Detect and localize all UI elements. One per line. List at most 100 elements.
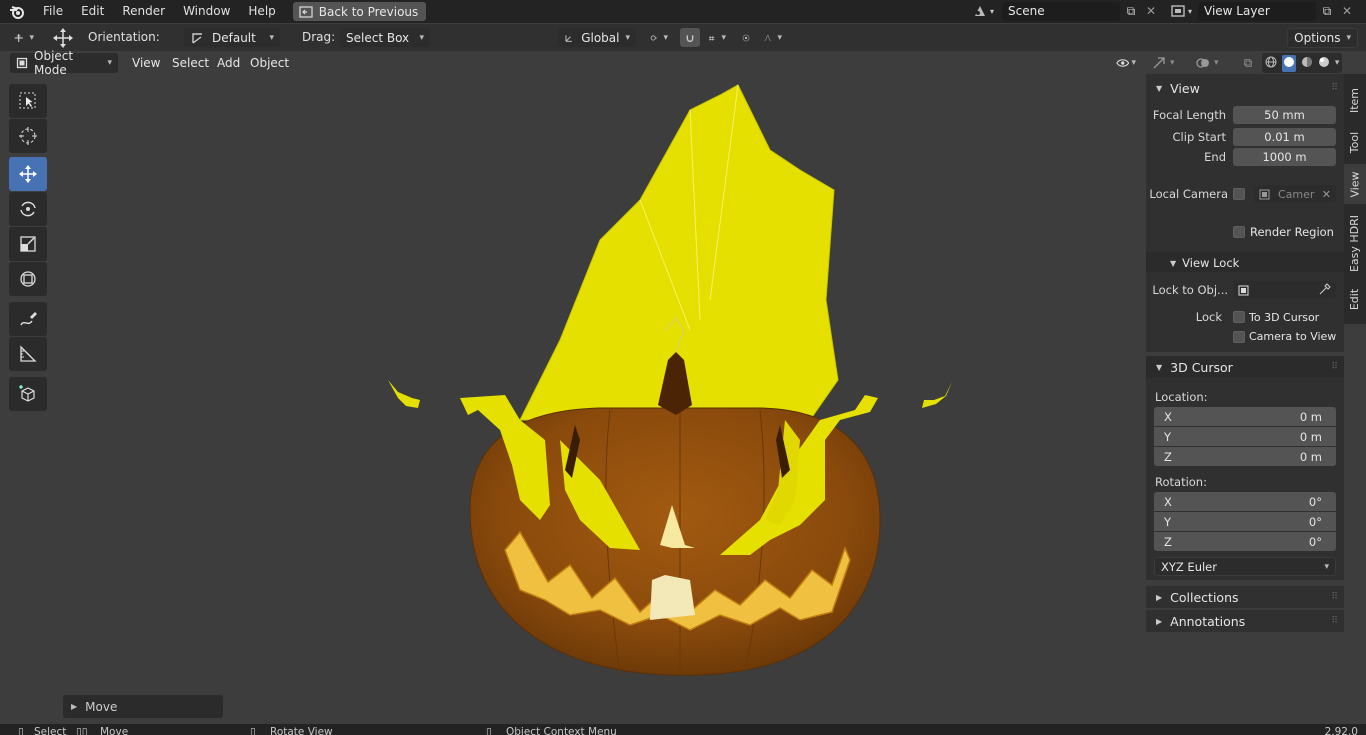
clip-start-field[interactable]: 0.01 m — [1233, 128, 1336, 146]
camera-object-icon — [1259, 189, 1270, 199]
location-label: Location: — [1155, 390, 1208, 404]
axis-label: Z — [1164, 534, 1172, 549]
tab-item[interactable]: Item — [1344, 80, 1366, 120]
back-to-previous-button[interactable]: Back to Previous — [292, 2, 427, 21]
overlays-dropdown[interactable]: ▾ — [1190, 53, 1226, 73]
snap-toggle[interactable] — [680, 28, 700, 47]
snap-target-dropdown[interactable]: ▾ — [702, 28, 732, 47]
view-layer-selector[interactable]: ▾ View Layer ⧉ ✕ — [1170, 1, 1356, 21]
focal-length-field[interactable]: 50 mm — [1233, 106, 1336, 124]
copy-view-layer-icon[interactable]: ⧉ — [1316, 4, 1338, 19]
local-camera-field[interactable]: Camer ✕ — [1254, 185, 1336, 203]
gizmo-dropdown[interactable]: ▾ — [1146, 53, 1182, 73]
tab-view[interactable]: View — [1344, 164, 1366, 204]
annotate-tool[interactable] — [9, 302, 47, 336]
collections-panel-header[interactable]: ▶ Collections ⠿ — [1146, 586, 1344, 608]
rotation-x-field[interactable]: X 0° — [1154, 492, 1336, 511]
drag-dropdown[interactable]: Select Box ▾ — [340, 28, 430, 47]
add-cube-tool[interactable] — [9, 377, 47, 411]
lock-to-3d-cursor-checkbox[interactable] — [1233, 311, 1245, 323]
tab-edit[interactable]: Edit — [1344, 282, 1366, 316]
lock-to-object-field[interactable] — [1233, 281, 1336, 299]
select-menu[interactable]: Select — [166, 53, 215, 73]
pivot-point-dropdown[interactable]: ▾ — [644, 28, 674, 47]
select-box-tool[interactable] — [9, 84, 47, 118]
view-panel-header[interactable]: ▼ View ⠿ — [1146, 77, 1344, 99]
3d-viewport[interactable] — [0, 74, 1146, 724]
shading-modes: ▾ — [1262, 53, 1342, 73]
move-gizmo-icon[interactable] — [52, 27, 74, 49]
transform-tool[interactable] — [9, 262, 47, 296]
annotations-panel-header[interactable]: ▶ Annotations ⠿ — [1146, 610, 1344, 632]
rotate-tool[interactable] — [9, 192, 47, 226]
orientation-icon — [192, 32, 202, 44]
menu-edit[interactable]: Edit — [72, 0, 113, 23]
rotation-mode-dropdown[interactable]: XYZ Euler ▾ — [1154, 557, 1336, 576]
wireframe-shading-icon[interactable] — [1265, 56, 1277, 71]
delete-scene-icon[interactable]: ✕ — [1142, 4, 1160, 18]
drag-handle-icon[interactable]: ⠿ — [1331, 616, 1338, 626]
drag-handle-icon[interactable]: ⠿ — [1331, 592, 1338, 602]
local-camera-label: Local Camera — [1149, 187, 1228, 201]
xray-toggle[interactable] — [1238, 53, 1258, 73]
location-y-value: 0 m — [1299, 429, 1322, 444]
drag-label: Drag: — [302, 30, 336, 44]
menu-help[interactable]: Help — [239, 0, 284, 23]
scale-tool[interactable] — [9, 227, 47, 261]
view-lock-header[interactable]: ▼ View Lock — [1170, 254, 1239, 272]
transform-orientation-dropdown[interactable]: Global ▾ — [558, 28, 636, 47]
eyedropper-icon[interactable] — [1319, 282, 1331, 298]
menu-file[interactable]: File — [34, 0, 72, 23]
delete-view-layer-icon[interactable]: ✕ — [1338, 4, 1356, 18]
clip-start-label: Clip Start — [1172, 130, 1226, 144]
drag-handle-icon[interactable]: ⠿ — [1331, 83, 1338, 93]
solid-shading-icon[interactable] — [1281, 54, 1296, 72]
material-shading-icon[interactable] — [1301, 56, 1313, 71]
shading-options-caret-icon[interactable]: ▾ — [1335, 58, 1340, 68]
location-z-field[interactable]: Z 0 m — [1154, 447, 1336, 466]
3d-cursor-panel-header[interactable]: ▼ 3D Cursor ⠿ — [1146, 356, 1344, 378]
rendered-shading-icon[interactable] — [1318, 56, 1330, 71]
proportional-falloff-dropdown[interactable]: ▾ — [758, 28, 788, 47]
rotation-y-field[interactable]: Y 0° — [1154, 512, 1336, 531]
camera-to-view-checkbox[interactable] — [1233, 330, 1245, 343]
copy-scene-icon[interactable]: ⧉ — [1120, 4, 1142, 19]
location-y-field[interactable]: Y 0 m — [1154, 427, 1336, 446]
clip-end-label: End — [1204, 150, 1226, 164]
drag-handle-icon[interactable]: ⠿ — [1331, 362, 1338, 372]
render-region-checkbox[interactable] — [1233, 226, 1245, 238]
menu-window[interactable]: Window — [174, 0, 239, 23]
clear-camera-icon[interactable]: ✕ — [1322, 188, 1331, 201]
tab-tool[interactable]: Tool — [1344, 124, 1366, 160]
move-tool[interactable] — [9, 157, 47, 191]
scene-name-field[interactable]: Scene — [1002, 1, 1120, 21]
proportional-edit-toggle[interactable] — [736, 28, 756, 47]
add-menu[interactable]: Add — [211, 53, 246, 73]
rotation-z-field[interactable]: Z 0° — [1154, 532, 1336, 551]
orientation-dropdown[interactable]: Default ▾ — [184, 28, 280, 47]
measure-tool[interactable] — [9, 337, 47, 371]
menu-render[interactable]: Render — [113, 0, 174, 23]
transform-pivot-dropdown[interactable]: ▾ — [8, 28, 40, 47]
snap-increment-icon — [709, 35, 715, 41]
cursor-tool[interactable] — [9, 119, 47, 153]
object-icon — [1238, 285, 1249, 295]
pumpkin-model — [388, 84, 952, 676]
rotation-z-value: 0° — [1308, 534, 1322, 549]
eye-icon — [1116, 59, 1130, 67]
object-menu[interactable]: Object — [244, 53, 295, 73]
scene-selector[interactable]: ▾ Scene ⧉ ✕ — [972, 1, 1160, 21]
mode-dropdown[interactable]: Object Mode ▾ — [10, 49, 118, 77]
local-camera-checkbox[interactable] — [1233, 188, 1245, 200]
options-dropdown[interactable]: Options ▾ — [1287, 28, 1358, 48]
view-menu[interactable]: View — [126, 53, 166, 73]
last-operator-label: Move — [85, 699, 118, 714]
clip-end-field[interactable]: 1000 m — [1233, 148, 1336, 166]
tab-easy-hdri[interactable]: Easy HDRI — [1344, 208, 1366, 278]
location-x-field[interactable]: X 0 m — [1154, 407, 1336, 426]
visibility-dropdown[interactable]: ▾ — [1110, 53, 1142, 73]
axis-label: Y — [1164, 429, 1172, 444]
view-layer-name-field[interactable]: View Layer — [1198, 1, 1316, 21]
blender-logo-icon[interactable] — [0, 0, 34, 23]
last-operator-panel[interactable]: ▶ Move — [63, 695, 223, 718]
